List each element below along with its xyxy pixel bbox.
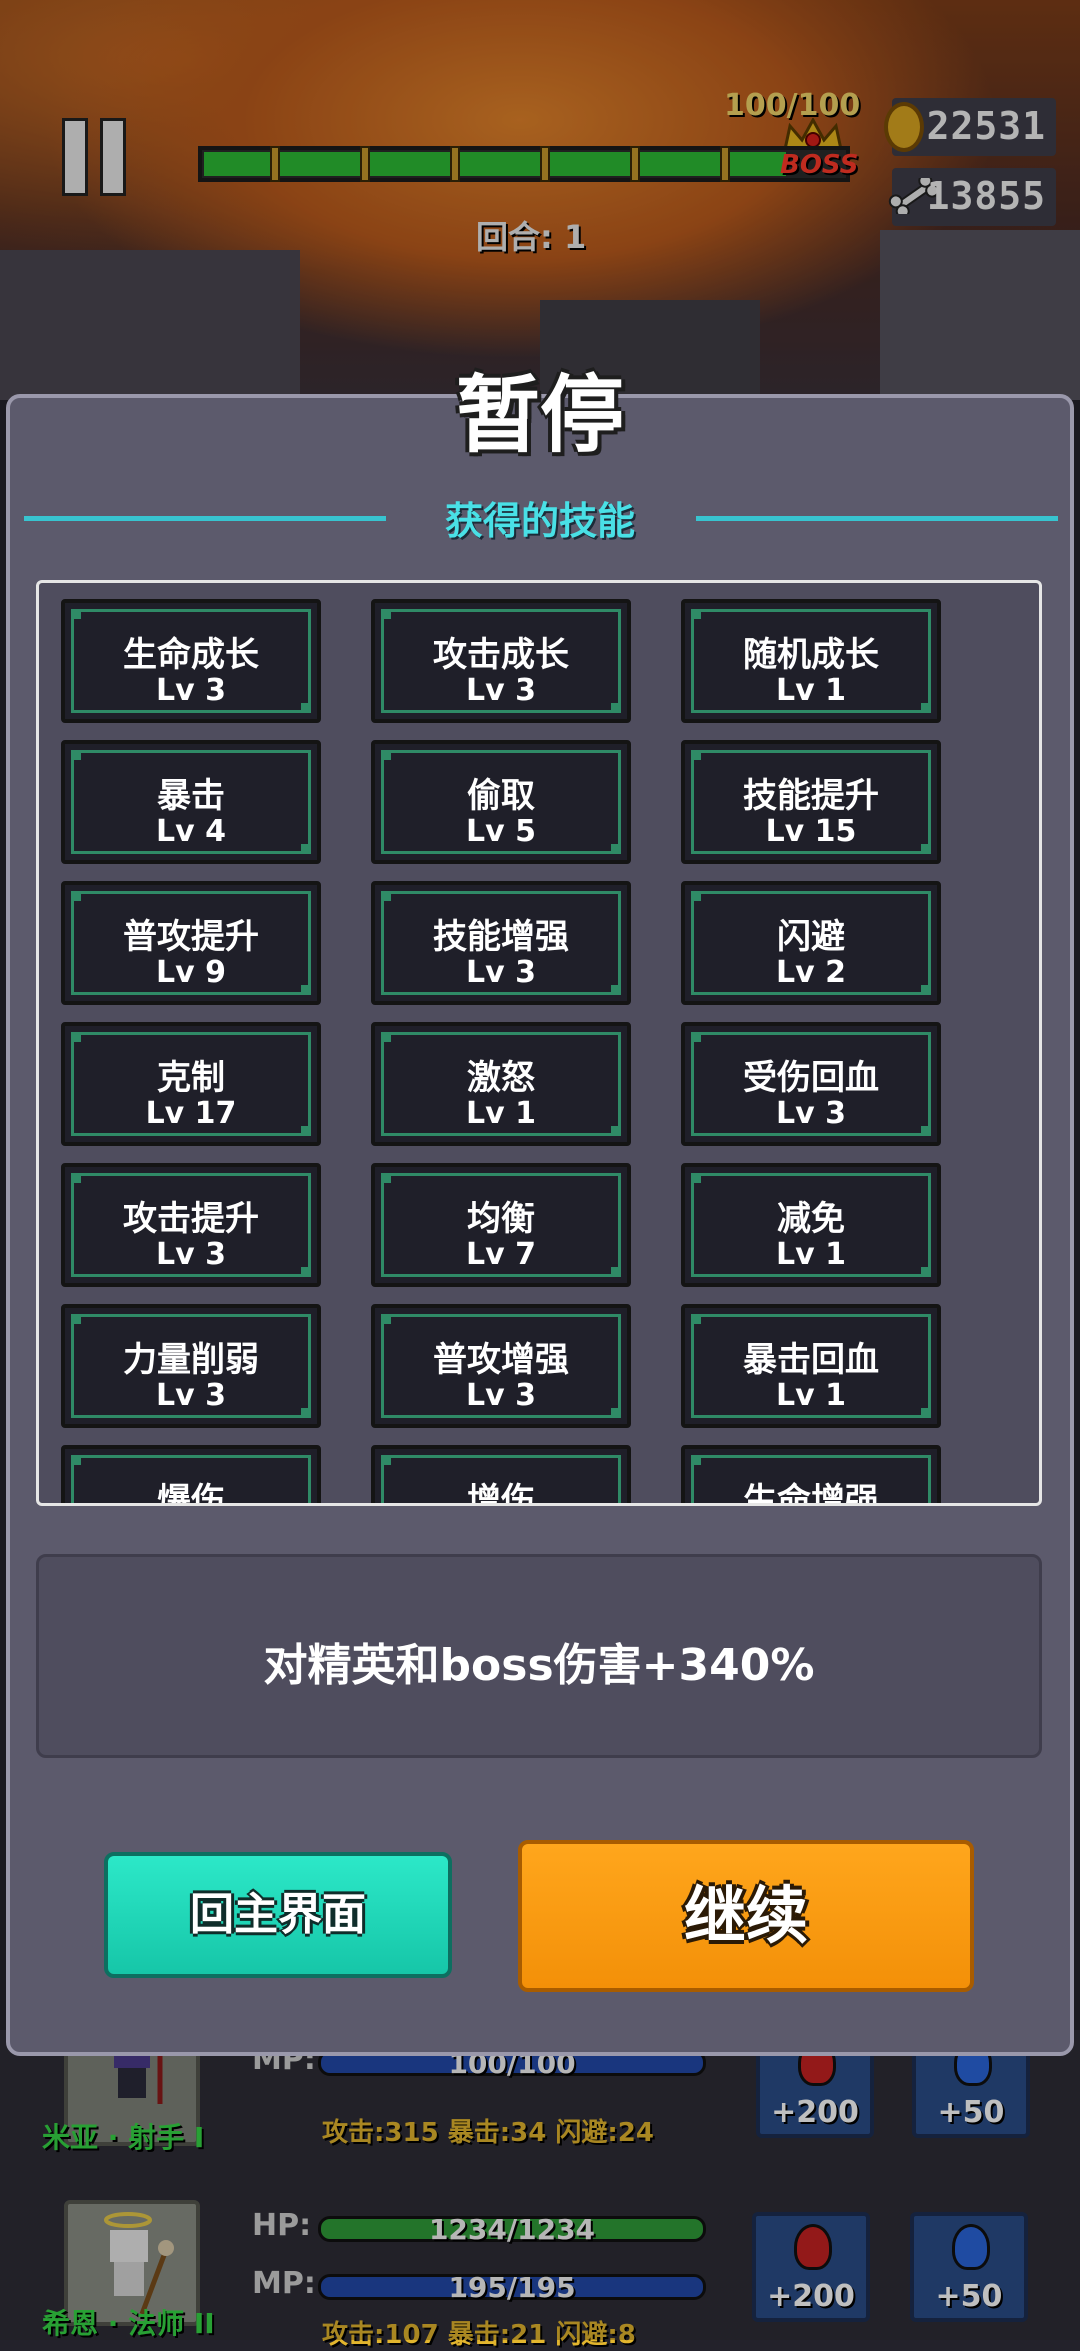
skill-card[interactable]: 普攻提升 Lv 9: [61, 881, 321, 1005]
skill-name: 暴击回血: [743, 1340, 879, 1380]
skill-card[interactable]: 生命成长 Lv 3: [61, 599, 321, 723]
skill-level: Lv 1: [776, 673, 846, 708]
skill-card[interactable]: 技能增强 Lv 3: [371, 881, 631, 1005]
skill-level: Lv 17: [145, 1096, 237, 1131]
skill-name: 攻击提升: [123, 1199, 259, 1239]
skill-name: 闪避: [777, 917, 845, 957]
skill-card[interactable]: 增伤: [371, 1445, 631, 1506]
skill-card[interactable]: 减免 Lv 1: [681, 1163, 941, 1287]
skill-level: Lv 9: [156, 955, 226, 990]
skill-card[interactable]: 闪避 Lv 2: [681, 881, 941, 1005]
home-button[interactable]: 回主界面: [104, 1852, 452, 1978]
skill-name: 攻击成长: [433, 635, 569, 675]
skill-name: 爆伤: [157, 1481, 225, 1506]
skill-level: Lv 3: [466, 955, 536, 990]
skill-description: 对精英和boss伤害+340%: [263, 1640, 815, 1691]
skill-card[interactable]: 技能提升 Lv 15: [681, 740, 941, 864]
skill-level: Lv 1: [776, 1378, 846, 1413]
skill-level: Lv 1: [776, 1237, 846, 1272]
skill-card[interactable]: 随机成长 Lv 1: [681, 599, 941, 723]
skill-description-box: 对精英和boss伤害+340%: [36, 1554, 1042, 1758]
skill-level: Lv 5: [466, 814, 536, 849]
skill-level: Lv 7: [466, 1237, 536, 1272]
skill-name: 克制: [157, 1058, 225, 1098]
skill-level: Lv 3: [156, 673, 226, 708]
continue-button[interactable]: 继续: [518, 1840, 974, 1992]
skill-level: Lv 3: [156, 1237, 226, 1272]
skill-name: 偷取: [467, 776, 535, 816]
skill-name: 激怒: [467, 1058, 535, 1098]
skill-card[interactable]: 普攻增强 Lv 3: [371, 1304, 631, 1428]
skill-list[interactable]: 生命成长 Lv 3 攻击成长 Lv 3 随机成长 Lv 1 暴击 Lv 4 偷取 Lv 5 技能提升…: [36, 580, 1042, 1506]
skill-card[interactable]: 攻击成长 Lv 3: [371, 599, 631, 723]
skill-level: Lv 3: [466, 673, 536, 708]
skill-card[interactable]: 均衡 Lv 7: [371, 1163, 631, 1287]
skill-name: 普攻增强: [433, 1340, 569, 1380]
dialog-title: 暂停: [455, 366, 624, 464]
skill-level: Lv 4: [156, 814, 226, 849]
section-title: 获得的技能: [444, 499, 635, 543]
skill-name: 普攻提升: [123, 917, 259, 957]
skill-card[interactable]: 暴击 Lv 4: [61, 740, 321, 864]
skill-card[interactable]: 爆伤: [61, 1445, 321, 1506]
skill-card[interactable]: 激怒 Lv 1: [371, 1022, 631, 1146]
skill-name: 增伤: [467, 1481, 535, 1506]
skill-name: 均衡: [467, 1199, 535, 1239]
skill-level: Lv 3: [466, 1378, 536, 1413]
skill-level: Lv 2: [776, 955, 846, 990]
skill-name: 随机成长: [743, 635, 879, 675]
skill-name: 减免: [777, 1199, 845, 1239]
skill-level: Lv 15: [765, 814, 857, 849]
skill-card[interactable]: 攻击提升 Lv 3: [61, 1163, 321, 1287]
skill-name: 生命增强: [743, 1481, 879, 1506]
skill-name: 技能增强: [433, 917, 569, 957]
skill-card[interactable]: 力量削弱 Lv 3: [61, 1304, 321, 1428]
skill-level: Lv 3: [776, 1096, 846, 1131]
skill-card[interactable]: 克制 Lv 17: [61, 1022, 321, 1146]
skill-name: 受伤回血: [743, 1058, 879, 1098]
skill-card[interactable]: 生命增强: [681, 1445, 941, 1506]
skill-name: 暴击: [157, 776, 225, 816]
skill-name: 技能提升: [743, 776, 879, 816]
skill-level: Lv 3: [156, 1378, 226, 1413]
skill-name: 力量削弱: [123, 1340, 259, 1380]
skill-level: Lv 1: [466, 1096, 536, 1131]
skill-card[interactable]: 偷取 Lv 5: [371, 740, 631, 864]
skill-card[interactable]: 受伤回血 Lv 3: [681, 1022, 941, 1146]
skill-name: 生命成长: [123, 635, 259, 675]
skill-card[interactable]: 暴击回血 Lv 1: [681, 1304, 941, 1428]
